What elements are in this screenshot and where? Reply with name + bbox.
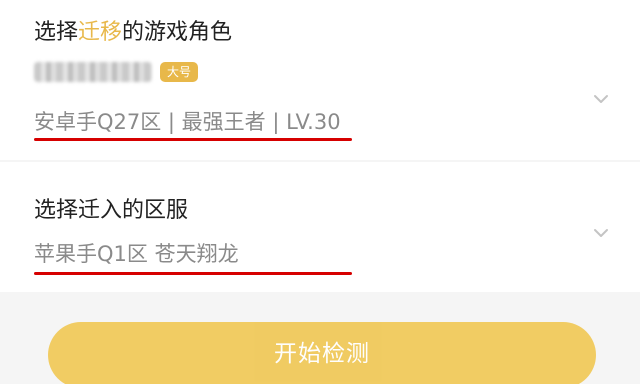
role-select-label: 选择迁移的游戏角色 [34,14,232,46]
migration-page: 选择迁移的游戏角色 大号 安卓手Q27区 | 最强王者 | LV.30 选择迁入… [0,0,640,384]
role-select-label-accent: 迁移 [78,20,123,45]
selected-server-value: 苹果手Q1区 苍天翔龙 [34,242,239,266]
main-account-badge: 大号 [160,62,199,82]
role-select-label-prefix: 选择 [34,20,79,45]
blurred-player-name [34,62,152,82]
chevron-down-icon[interactable] [592,90,610,108]
start-check-button[interactable]: 开始检测 [48,322,596,384]
red-underline [34,138,352,141]
role-select-label-suffix: 的游戏角色 [122,20,233,45]
chevron-down-icon[interactable] [592,224,610,242]
role-select-card[interactable]: 选择迁移的游戏角色 大号 安卓手Q27区 | 最强王者 | LV.30 [0,0,640,160]
server-select-card[interactable]: 选择迁入的区服 苹果手Q1区 苍天翔龙 [0,162,640,292]
server-select-label: 选择迁入的区服 [34,198,189,223]
red-underline [34,272,352,275]
selected-role-value: 安卓手Q27区 | 最强王者 | LV.30 [34,110,341,134]
